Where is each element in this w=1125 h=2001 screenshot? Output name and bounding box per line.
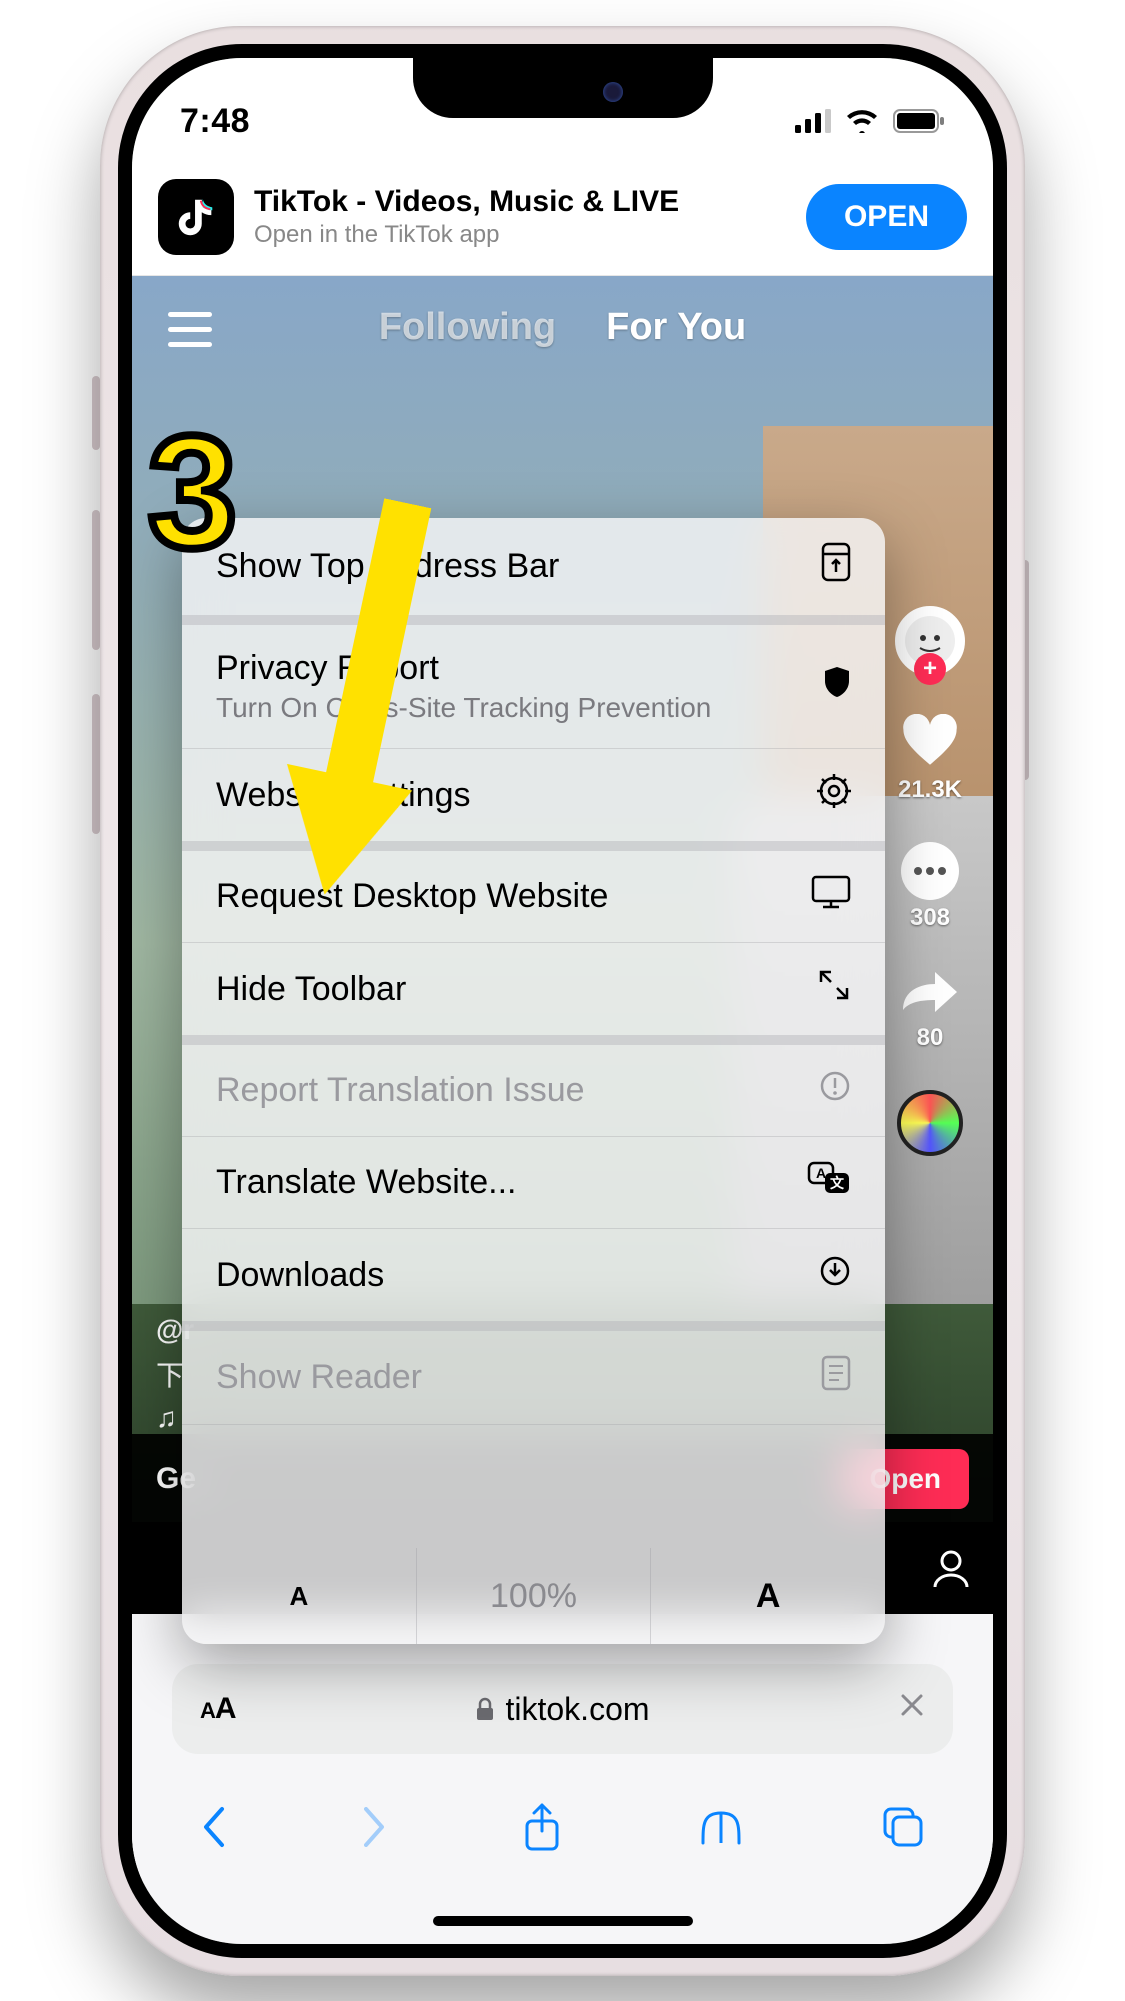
status-icons bbox=[795, 109, 945, 133]
close-icon[interactable] bbox=[899, 1692, 925, 1726]
app-banner-open-button[interactable]: OPEN bbox=[806, 184, 967, 250]
nav-profile-icon[interactable] bbox=[929, 1547, 973, 1591]
tiktok-app-icon[interactable] bbox=[158, 179, 234, 255]
share-count: 80 bbox=[917, 1024, 944, 1052]
wifi-icon bbox=[845, 109, 879, 133]
menu-show-reader: Show Reader bbox=[182, 1331, 885, 1425]
share-button[interactable] bbox=[523, 1803, 561, 1856]
battery-icon bbox=[893, 109, 945, 133]
shield-icon bbox=[823, 665, 851, 708]
tab-for-you[interactable]: For You bbox=[606, 306, 746, 349]
warning-circle-icon bbox=[819, 1070, 851, 1111]
menu-hide-toolbar[interactable]: Hide Toolbar bbox=[182, 943, 885, 1035]
status-time: 7:48 bbox=[180, 102, 250, 141]
share-icon bbox=[901, 970, 959, 1020]
gear-icon bbox=[817, 774, 851, 817]
menu-report-translation-issue: Report Translation Issue bbox=[182, 1045, 885, 1137]
zoom-in-button[interactable]: A bbox=[651, 1548, 885, 1644]
expand-arrows-icon bbox=[817, 968, 851, 1011]
zoom-level[interactable]: 100% bbox=[417, 1548, 652, 1644]
sound-disc[interactable] bbox=[897, 1090, 963, 1156]
translate-icon: A文 bbox=[807, 1161, 851, 1204]
notch bbox=[413, 58, 713, 118]
follow-plus-icon[interactable]: + bbox=[914, 653, 946, 685]
comment-button[interactable]: 308 bbox=[901, 842, 959, 932]
phone-screen: 7:48 TikTok - Videos, Music & LIVE Open … bbox=[132, 58, 993, 1944]
bookmarks-button[interactable] bbox=[697, 1807, 745, 1852]
zoom-bar: A 100% A bbox=[182, 1548, 885, 1644]
forward-button bbox=[362, 1805, 388, 1854]
phone-frame: 7:48 TikTok - Videos, Music & LIVE Open … bbox=[100, 26, 1025, 1976]
app-banner-subtitle: Open in the TikTok app bbox=[254, 221, 806, 249]
aa-button[interactable]: AA bbox=[200, 1692, 236, 1726]
heart-icon bbox=[901, 714, 959, 772]
safari-url-bar[interactable]: AA tiktok.com bbox=[172, 1664, 953, 1754]
profile-avatar[interactable]: + bbox=[895, 606, 965, 676]
app-banner-title: TikTok - Videos, Music & LIVE bbox=[254, 185, 806, 219]
share-button[interactable]: 80 bbox=[901, 970, 959, 1052]
step-number-overlay: 3 bbox=[148, 400, 237, 584]
url-domain: tiktok.com bbox=[475, 1691, 649, 1728]
svg-text:A: A bbox=[816, 1165, 826, 1181]
desktop-icon bbox=[811, 875, 851, 918]
menu-translate-website[interactable]: Translate Website... A文 bbox=[182, 1137, 885, 1229]
download-icon bbox=[819, 1255, 851, 1296]
like-count: 21.3K bbox=[898, 776, 962, 804]
address-bar-top-icon bbox=[821, 542, 851, 591]
lock-icon bbox=[475, 1696, 495, 1722]
cellular-icon bbox=[795, 109, 831, 133]
comment-count: 308 bbox=[910, 904, 950, 932]
svg-text:文: 文 bbox=[830, 1175, 845, 1191]
tabs-button[interactable] bbox=[881, 1805, 925, 1854]
tab-following[interactable]: Following bbox=[379, 306, 556, 349]
comment-icon bbox=[901, 842, 959, 900]
safari-toolbar bbox=[132, 1774, 993, 1884]
zoom-out-button[interactable]: A bbox=[182, 1548, 417, 1644]
menu-downloads[interactable]: Downloads bbox=[182, 1229, 885, 1321]
like-button[interactable]: 21.3K bbox=[898, 714, 962, 804]
home-indicator[interactable] bbox=[433, 1916, 693, 1926]
reader-icon bbox=[821, 1355, 851, 1400]
back-button[interactable] bbox=[200, 1805, 226, 1854]
safari-aa-menu: Show Top Address Bar Privacy Report Turn… bbox=[182, 518, 885, 1644]
app-banner: TikTok - Videos, Music & LIVE Open in th… bbox=[132, 158, 993, 276]
menu-show-top-address-bar[interactable]: Show Top Address Bar bbox=[182, 518, 885, 615]
